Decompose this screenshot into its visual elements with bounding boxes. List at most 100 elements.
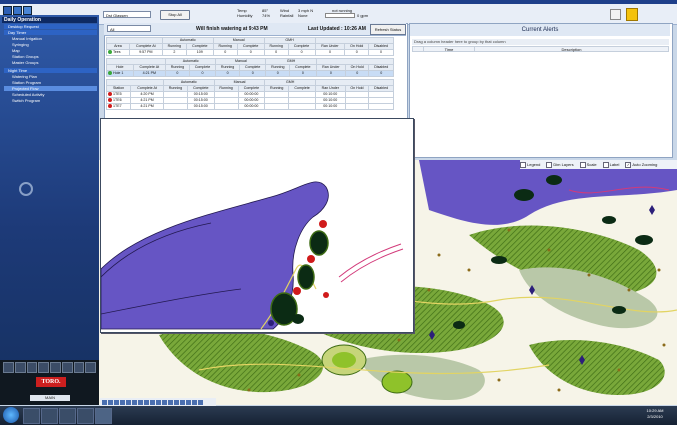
sidebar-item-watering-plan[interactable]: Watering Plan: [4, 74, 97, 79]
area-table: Automatic Manual GMH Area Complete At Ru…: [106, 37, 395, 56]
app-icon[interactable]: [23, 6, 32, 15]
checkbox-icon: [520, 161, 526, 168]
running-station-icon: [108, 104, 112, 109]
hole-icon[interactable]: [174, 399, 179, 405]
table-cell: [213, 103, 239, 110]
stop-all-button[interactable]: Stop All: [160, 10, 190, 20]
app-icon[interactable]: [3, 6, 12, 15]
tool-icon[interactable]: [61, 362, 73, 373]
sidebar-item-station-groups[interactable]: Station Groups: [4, 54, 97, 59]
sidebar-item-desktop-request[interactable]: Desktop Request: [4, 24, 97, 29]
system-clock[interactable]: 10:29 AM 2/3/2010: [640, 408, 670, 420]
checkbox-label: Scale: [586, 162, 597, 167]
zoom-out-icon[interactable]: [108, 399, 113, 405]
explorer-icon[interactable]: [41, 408, 58, 424]
column-header[interactable]: Time: [423, 47, 474, 52]
sidebar-item-station-program[interactable]: Station Program: [4, 80, 97, 85]
table-cell: [344, 103, 370, 110]
checkbox-label: Legend: [527, 162, 541, 167]
table-cell: 0: [314, 49, 346, 56]
table-row[interactable]: 1TE7 4:21 PM 00:15:00 00:00:00 00:10:00: [105, 103, 394, 110]
zoom-in-icon[interactable]: [102, 399, 107, 405]
tool-icon[interactable]: [14, 362, 26, 373]
user-name[interactable]: MAIN: [30, 395, 70, 401]
pan-icon[interactable]: [114, 399, 119, 405]
area-name: Tees: [113, 50, 121, 54]
dim-layers-checkbox[interactable]: Dim Layers: [546, 161, 574, 168]
checkbox-icon: [579, 161, 586, 168]
home-icon[interactable]: [150, 399, 155, 405]
grid-icon[interactable]: [192, 399, 197, 405]
table-cell: 4:21 PM: [132, 70, 167, 77]
sidebar-item-manual-irrigation[interactable]: Manual Irrigation: [4, 36, 97, 41]
scale-checkbox[interactable]: Scale: [579, 161, 597, 168]
sidebar-item-master-groups[interactable]: Master Groups: [4, 60, 97, 65]
checkmark-icon: ✓: [625, 161, 632, 168]
hole-name: Hole 1: [113, 71, 124, 75]
label-checkbox[interactable]: Label: [602, 161, 619, 168]
running-station-icon: [108, 92, 112, 97]
tool-icon[interactable]: [38, 362, 49, 373]
fit-icon[interactable]: [198, 399, 203, 405]
info-icon[interactable]: [156, 399, 161, 405]
print-icon[interactable]: [138, 399, 143, 405]
station-table: Automatic Manual GMH Station Complete At…: [105, 79, 395, 110]
layers-icon[interactable]: [132, 399, 137, 405]
tool-icon[interactable]: [85, 362, 96, 373]
table-row[interactable]: Tees 9:57 PM 2 109 0 0 0 0 0 0 0: [106, 49, 394, 56]
checkbox-label: Auto Zooming: [632, 162, 658, 167]
tool-icon[interactable]: [3, 362, 14, 373]
sidebar-item-map[interactable]: Map: [4, 48, 97, 53]
app-icon[interactable]: [13, 6, 22, 15]
sidebar-item-switch-program[interactable]: Switch Program: [4, 98, 97, 103]
sidebar-item-projected-flow[interactable]: Projected Flow: [4, 86, 97, 91]
quick-tools: [3, 362, 96, 373]
auto-zooming-checkbox[interactable]: ✓ Auto Zooming: [625, 161, 658, 168]
group-by-hint: Drag a column header here to group by th…: [412, 39, 669, 45]
tool-icon[interactable]: [26, 362, 38, 373]
sidebar-header: Daily Operation: [2, 17, 97, 23]
zoom-popup[interactable]: [100, 118, 414, 333]
help-icon[interactable]: [610, 9, 621, 20]
sidebar-item-scheduled-activity[interactable]: Scheduled Activity: [4, 92, 97, 97]
tool-icon[interactable]: [50, 362, 61, 373]
table-cell: 9:57 PM: [128, 49, 163, 56]
legend-checkbox[interactable]: Legend: [520, 161, 541, 168]
ie-icon[interactable]: [23, 408, 40, 424]
media-player-icon[interactable]: [59, 408, 76, 424]
table-row[interactable]: Hole 1 4:21 PM 0 0 0 0 0 0 0 0 0: [106, 70, 394, 77]
select-icon[interactable]: [120, 399, 125, 405]
area-icon[interactable]: [168, 399, 173, 405]
table-cell: 0: [345, 70, 370, 77]
sidebar-item-night-time[interactable]: Night Time: [4, 68, 97, 73]
windows-start-icon[interactable]: [3, 407, 19, 423]
controller-select[interactable]: Dst Glassen: [103, 11, 151, 18]
row-selector: [413, 47, 423, 51]
alerts-header-row: Time Description: [412, 46, 669, 52]
toro-logo: TORO.: [36, 377, 66, 387]
view-select[interactable]: All: [107, 25, 151, 32]
settings-icon[interactable]: [180, 399, 185, 405]
taskbar-app-icon[interactable]: [77, 408, 94, 424]
table-cell: [163, 103, 188, 110]
checkbox-icon: [546, 161, 553, 168]
flow-bar: [325, 13, 355, 18]
finish-time-text: Will finish watering at 9:43 PM: [196, 26, 268, 32]
alert-bell-icon[interactable]: [626, 8, 638, 21]
table-cell: 0: [368, 49, 394, 56]
sidebar-item-syringing[interactable]: Syringing: [4, 42, 97, 47]
refresh-icon[interactable]: [144, 399, 149, 405]
sidebar-item-day-timer[interactable]: Day Timer: [4, 30, 97, 35]
station-name: 1TE7: [113, 104, 122, 108]
table-cell: [368, 103, 394, 110]
taskbar-app-icon[interactable]: [95, 408, 112, 424]
export-icon[interactable]: [186, 399, 191, 405]
measure-icon[interactable]: [126, 399, 131, 405]
column-header[interactable]: Description: [474, 47, 668, 52]
zoom-popup-graphic[interactable]: [100, 119, 413, 332]
station-icon[interactable]: [162, 399, 167, 405]
station-name: 1TE5: [113, 92, 122, 96]
refresh-status-button[interactable]: Refresh Status: [370, 24, 406, 35]
table-cell: 0: [215, 70, 240, 77]
tool-icon[interactable]: [73, 362, 85, 373]
